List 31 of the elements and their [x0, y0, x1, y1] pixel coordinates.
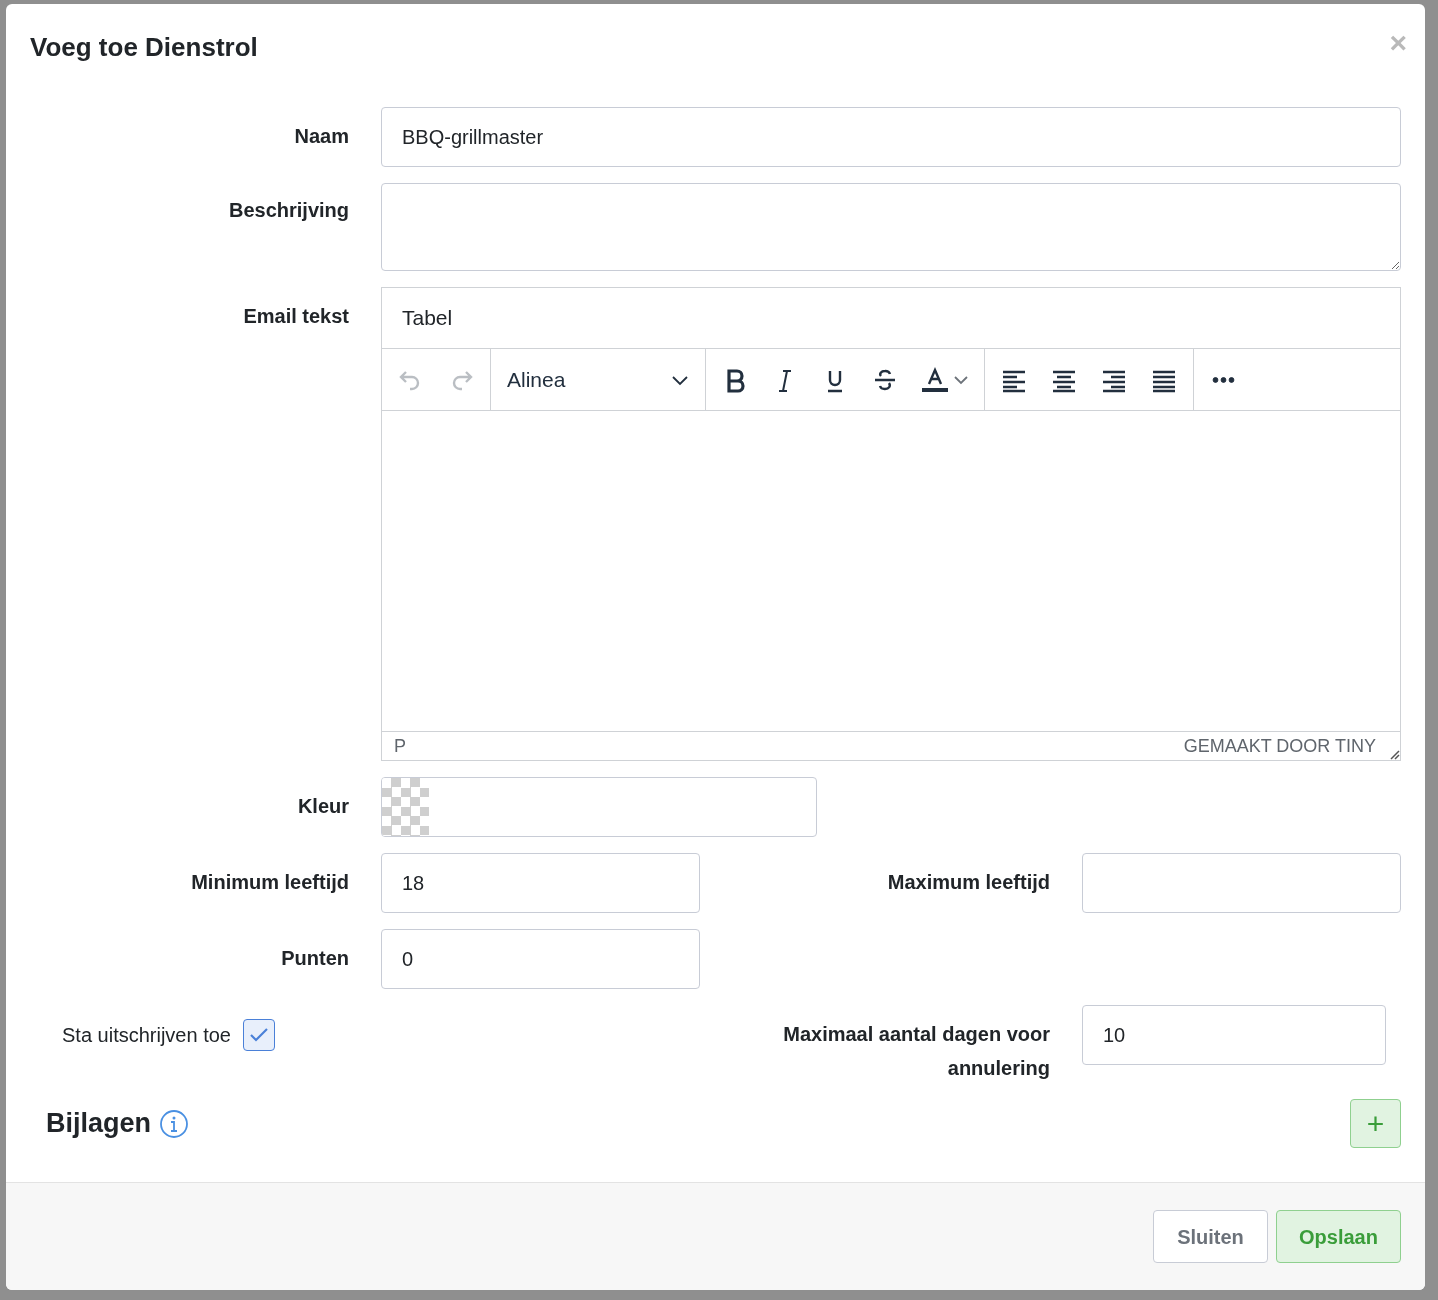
- input-field[interactable]: 18: [381, 853, 700, 913]
- field-label: Punten: [280, 946, 349, 971]
- dialog-title: Voeg toe Dienstrol: [30, 31, 258, 64]
- more-icon: [1211, 376, 1235, 383]
- check-icon: [249, 1027, 269, 1043]
- field-label: Naam: [293, 124, 349, 149]
- format-dropdown[interactable]: Alinea: [495, 357, 701, 402]
- color-picker[interactable]: [381, 777, 817, 837]
- info-icon[interactable]: [159, 1108, 190, 1139]
- input-field[interactable]: BBQ-grillmaster: [381, 107, 1401, 167]
- field-label: Email tekst: [242, 304, 349, 329]
- transparent-swatch: [382, 778, 429, 836]
- text-color-icon: [921, 365, 949, 394]
- element-path[interactable]: P: [394, 732, 406, 760]
- resize-handle-icon[interactable]: [1388, 747, 1400, 760]
- chevron-down-icon: [671, 373, 689, 386]
- input-field[interactable]: [1082, 853, 1401, 913]
- checkbox[interactable]: [243, 1019, 275, 1051]
- field-label: Minimum leeftijd: [190, 870, 349, 895]
- field-label: Kleur: [296, 794, 349, 819]
- field-label: Beschrijving: [227, 198, 349, 223]
- section-title: Bijlagen: [46, 1107, 152, 1141]
- field-label: Maximaal aantal dagen voor annulering: [782, 1022, 1050, 1081]
- chevron-down-icon: [953, 373, 969, 386]
- close-button[interactable]: Sluiten: [1153, 1210, 1268, 1263]
- input-field[interactable]: 0: [381, 929, 700, 989]
- branding-link[interactable]: GEMAAKT DOOR TINY: [1183, 732, 1376, 760]
- field-label: Maximum leeftijd: [887, 870, 1050, 895]
- input-field[interactable]: 10: [1082, 1005, 1386, 1065]
- checkbox-label: Sta uitschrijven toe: [62, 1023, 231, 1048]
- menu-item[interactable]: Tabel: [390, 296, 465, 340]
